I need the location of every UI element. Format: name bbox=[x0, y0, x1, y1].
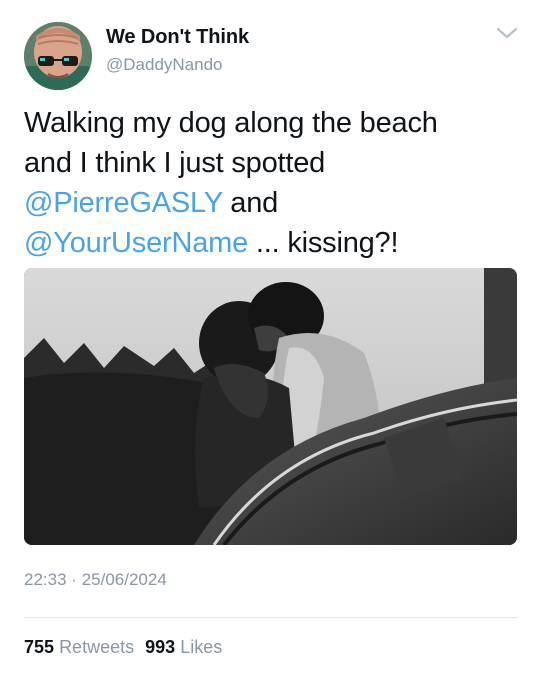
tweet-photo[interactable] bbox=[24, 268, 517, 545]
tweet-stats: 755 Retweets 993 Likes bbox=[24, 637, 222, 658]
avatar-image bbox=[24, 22, 92, 90]
tweet-time: 22:33 bbox=[24, 570, 67, 589]
retweets-stat[interactable]: 755 Retweets bbox=[24, 637, 134, 657]
likes-label: Likes bbox=[180, 637, 223, 657]
tweet-card: We Don't Think @DaddyNando Walking my do… bbox=[0, 0, 540, 686]
tweet-text-line: @YourUserName ... kissing?! bbox=[24, 223, 516, 263]
timestamp-separator: · bbox=[71, 570, 77, 589]
tweet-text-line: @PierreGASLY and bbox=[24, 183, 516, 223]
mention-link[interactable]: @PierreGASLY bbox=[24, 187, 223, 219]
tweet-text: Walking my dog along the beach and I thi… bbox=[24, 103, 516, 263]
tweet-text-segment: and bbox=[222, 187, 279, 219]
tweet-timestamp[interactable]: 22:33 · 25/06/2024 bbox=[24, 570, 167, 590]
mention-link[interactable]: @YourUserName bbox=[24, 227, 248, 259]
author-display-name[interactable]: We Don't Think bbox=[106, 26, 249, 49]
author-avatar[interactable] bbox=[24, 22, 92, 90]
chevron-down-icon bbox=[496, 27, 518, 39]
tweet-menu-button[interactable] bbox=[494, 22, 520, 44]
likes-count: 993 bbox=[145, 637, 176, 657]
tweet-text-line: and I think I just spotted bbox=[24, 143, 516, 183]
author-handle[interactable]: @DaddyNando bbox=[106, 55, 223, 75]
tweet-text-segment: and I think I just spotted bbox=[24, 147, 326, 179]
likes-stat[interactable]: 993 Likes bbox=[140, 637, 222, 657]
tweet-date: 25/06/2024 bbox=[81, 570, 167, 589]
divider bbox=[24, 617, 517, 618]
tweet-text-line: Walking my dog along the beach bbox=[24, 103, 516, 143]
retweets-label: Retweets bbox=[59, 637, 135, 657]
tweet-text-segment: Walking my dog along the beach bbox=[24, 107, 438, 139]
photo-image bbox=[24, 268, 517, 545]
tweet-text-segment: ... kissing?! bbox=[248, 227, 399, 259]
retweets-count: 755 bbox=[24, 637, 55, 657]
